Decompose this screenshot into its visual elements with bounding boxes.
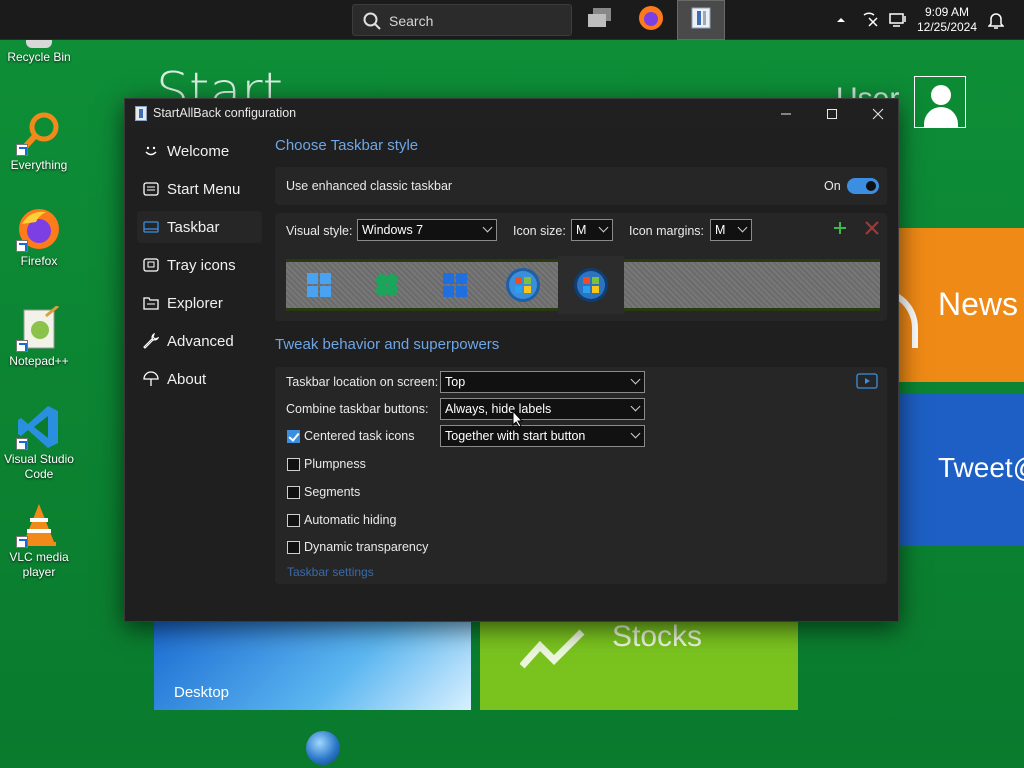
checkbox-checked[interactable]	[287, 429, 300, 443]
icon-size-label: Icon size:	[513, 224, 566, 238]
taskbar: Search 9:09 AM 12/25/2024	[0, 0, 1024, 40]
remove-style-icon[interactable]	[865, 221, 879, 240]
start-menu-icon	[137, 182, 165, 196]
checkbox-unchecked[interactable]	[287, 485, 300, 499]
search-icon	[363, 12, 381, 35]
vlc-icon	[16, 502, 62, 548]
maximize-button[interactable]	[809, 99, 855, 129]
minimize-button[interactable]	[763, 99, 809, 129]
icon-margins-label: Icon margins:	[629, 224, 705, 238]
taskbar-startallback-button[interactable]	[677, 0, 725, 40]
smiley-icon	[137, 143, 165, 159]
start-style-win11[interactable]	[286, 262, 352, 308]
firefox-icon	[638, 5, 664, 36]
startallback-icon	[691, 7, 711, 34]
centered-icons-mode-select[interactable]: Together with start button	[440, 425, 645, 447]
icon-size-select[interactable]: M	[571, 219, 613, 241]
start-style-win10[interactable]	[422, 262, 488, 308]
mouse-pointer-icon	[512, 409, 524, 433]
enhanced-taskbar-state: On	[824, 179, 841, 193]
clock-date: 12/25/2024	[916, 20, 978, 34]
nav-item-explorer[interactable]: Explorer	[137, 287, 262, 319]
windows-orb-icon	[506, 268, 540, 302]
nav-item-about[interactable]: About	[137, 363, 262, 395]
show-hidden-icons-chevron[interactable]	[832, 0, 850, 40]
taskbar-clock[interactable]: 9:09 AM 12/25/2024	[912, 0, 982, 40]
user-avatar	[914, 76, 966, 128]
desktop-icon-notepadpp[interactable]: Notepad++	[2, 304, 76, 369]
add-style-icon[interactable]	[833, 221, 847, 240]
segments-checkbox[interactable]: Segments	[287, 485, 360, 499]
desktop-icon-firefox[interactable]: Firefox	[2, 206, 76, 269]
automatic-hiding-checkbox[interactable]: Automatic hiding	[287, 513, 396, 527]
stocks-tile[interactable]: Stocks	[480, 620, 798, 710]
video-help-icon[interactable]	[856, 373, 878, 394]
task-view-icon	[587, 7, 613, 34]
nav-item-tray-icons[interactable]: Tray icons	[137, 249, 262, 281]
desktop-icon-everything[interactable]: Everything	[2, 110, 76, 173]
settings-nav: Welcome Start Menu Taskbar Tray icons Ex…	[137, 135, 262, 401]
start-style-vista-orb[interactable]	[490, 262, 556, 308]
everything-search-icon	[16, 110, 62, 156]
start-style-win7-orb[interactable]	[558, 256, 624, 314]
windows11-logo-icon	[307, 273, 331, 297]
task-view-button[interactable]	[576, 0, 624, 40]
firefox-icon	[16, 206, 62, 252]
icon-margins-select[interactable]: M	[710, 219, 752, 241]
taskbar-location-select[interactable]: Top	[440, 371, 645, 393]
enhanced-taskbar-row: Use enhanced classic taskbar On	[275, 167, 887, 205]
vscode-icon	[16, 404, 62, 450]
taskbar-icon	[137, 220, 165, 234]
desktop-icon-vscode[interactable]: Visual Studio Code	[2, 404, 76, 482]
display-network-icon[interactable]	[886, 0, 910, 40]
tray-icon	[137, 258, 165, 272]
folder-icon	[137, 296, 165, 310]
notepad-plus-plus-icon	[16, 304, 62, 352]
taskbar-settings-link[interactable]: Taskbar settings	[287, 565, 374, 579]
centered-task-icons-checkbox[interactable]: Centered task icons	[287, 429, 414, 443]
umbrella-icon	[137, 371, 165, 387]
enhanced-taskbar-toggle[interactable]	[847, 178, 879, 194]
nav-item-welcome[interactable]: Welcome	[137, 135, 262, 167]
clover-logo-icon	[376, 274, 398, 296]
search-placeholder: Search	[389, 13, 434, 29]
start-button-style-picker	[286, 256, 880, 314]
close-button[interactable]	[855, 99, 901, 129]
notification-bell-icon[interactable]	[984, 0, 1008, 40]
taskbar-search-box[interactable]: Search	[352, 4, 572, 36]
news-tile[interactable]: News	[878, 228, 1024, 382]
choose-taskbar-style-heading: Choose Taskbar style	[275, 137, 419, 154]
windows10-logo-icon	[443, 273, 467, 297]
checkbox-unchecked[interactable]	[287, 457, 300, 471]
nav-item-advanced[interactable]: Advanced	[137, 325, 262, 357]
windows7-orb-icon	[574, 268, 608, 302]
network-disconnected-icon[interactable]	[858, 0, 882, 40]
plumpness-checkbox[interactable]: Plumpness	[287, 457, 366, 471]
wrench-icon	[137, 333, 165, 349]
window-titlebar[interactable]: StartAllBack configuration	[125, 99, 898, 129]
visual-style-label: Visual style:	[286, 224, 353, 238]
startallback-app-icon	[135, 106, 147, 121]
window-title: StartAllBack configuration	[153, 106, 297, 120]
checkbox-unchecked[interactable]	[287, 513, 300, 527]
desktop-icon-vlc[interactable]: VLC media player	[2, 502, 76, 580]
desktop-tile[interactable]: Desktop	[154, 620, 471, 710]
combine-buttons-label: Combine taskbar buttons:	[286, 402, 429, 416]
dynamic-transparency-checkbox[interactable]: Dynamic transparency	[287, 540, 428, 554]
enhanced-taskbar-label: Use enhanced classic taskbar	[286, 179, 453, 193]
combine-buttons-select[interactable]: Always, hide labels	[440, 398, 645, 420]
windows-orb-icon[interactable]	[306, 731, 340, 765]
start-style-clover[interactable]	[354, 262, 420, 308]
visual-style-select[interactable]: Windows 7	[357, 219, 497, 241]
nav-item-start-menu[interactable]: Start Menu	[137, 173, 262, 205]
nav-item-taskbar[interactable]: Taskbar	[137, 211, 262, 243]
taskbar-firefox-button[interactable]	[627, 0, 675, 40]
tweak-behavior-heading: Tweak behavior and superpowers	[275, 336, 500, 353]
taskbar-location-label: Taskbar location on screen:	[286, 375, 439, 389]
tweet-tile[interactable]: Tweet@	[898, 394, 1024, 546]
startallback-config-window: StartAllBack configuration Welcome Start…	[124, 98, 899, 622]
checkbox-unchecked[interactable]	[287, 540, 300, 554]
clock-time: 9:09 AM	[924, 5, 970, 19]
